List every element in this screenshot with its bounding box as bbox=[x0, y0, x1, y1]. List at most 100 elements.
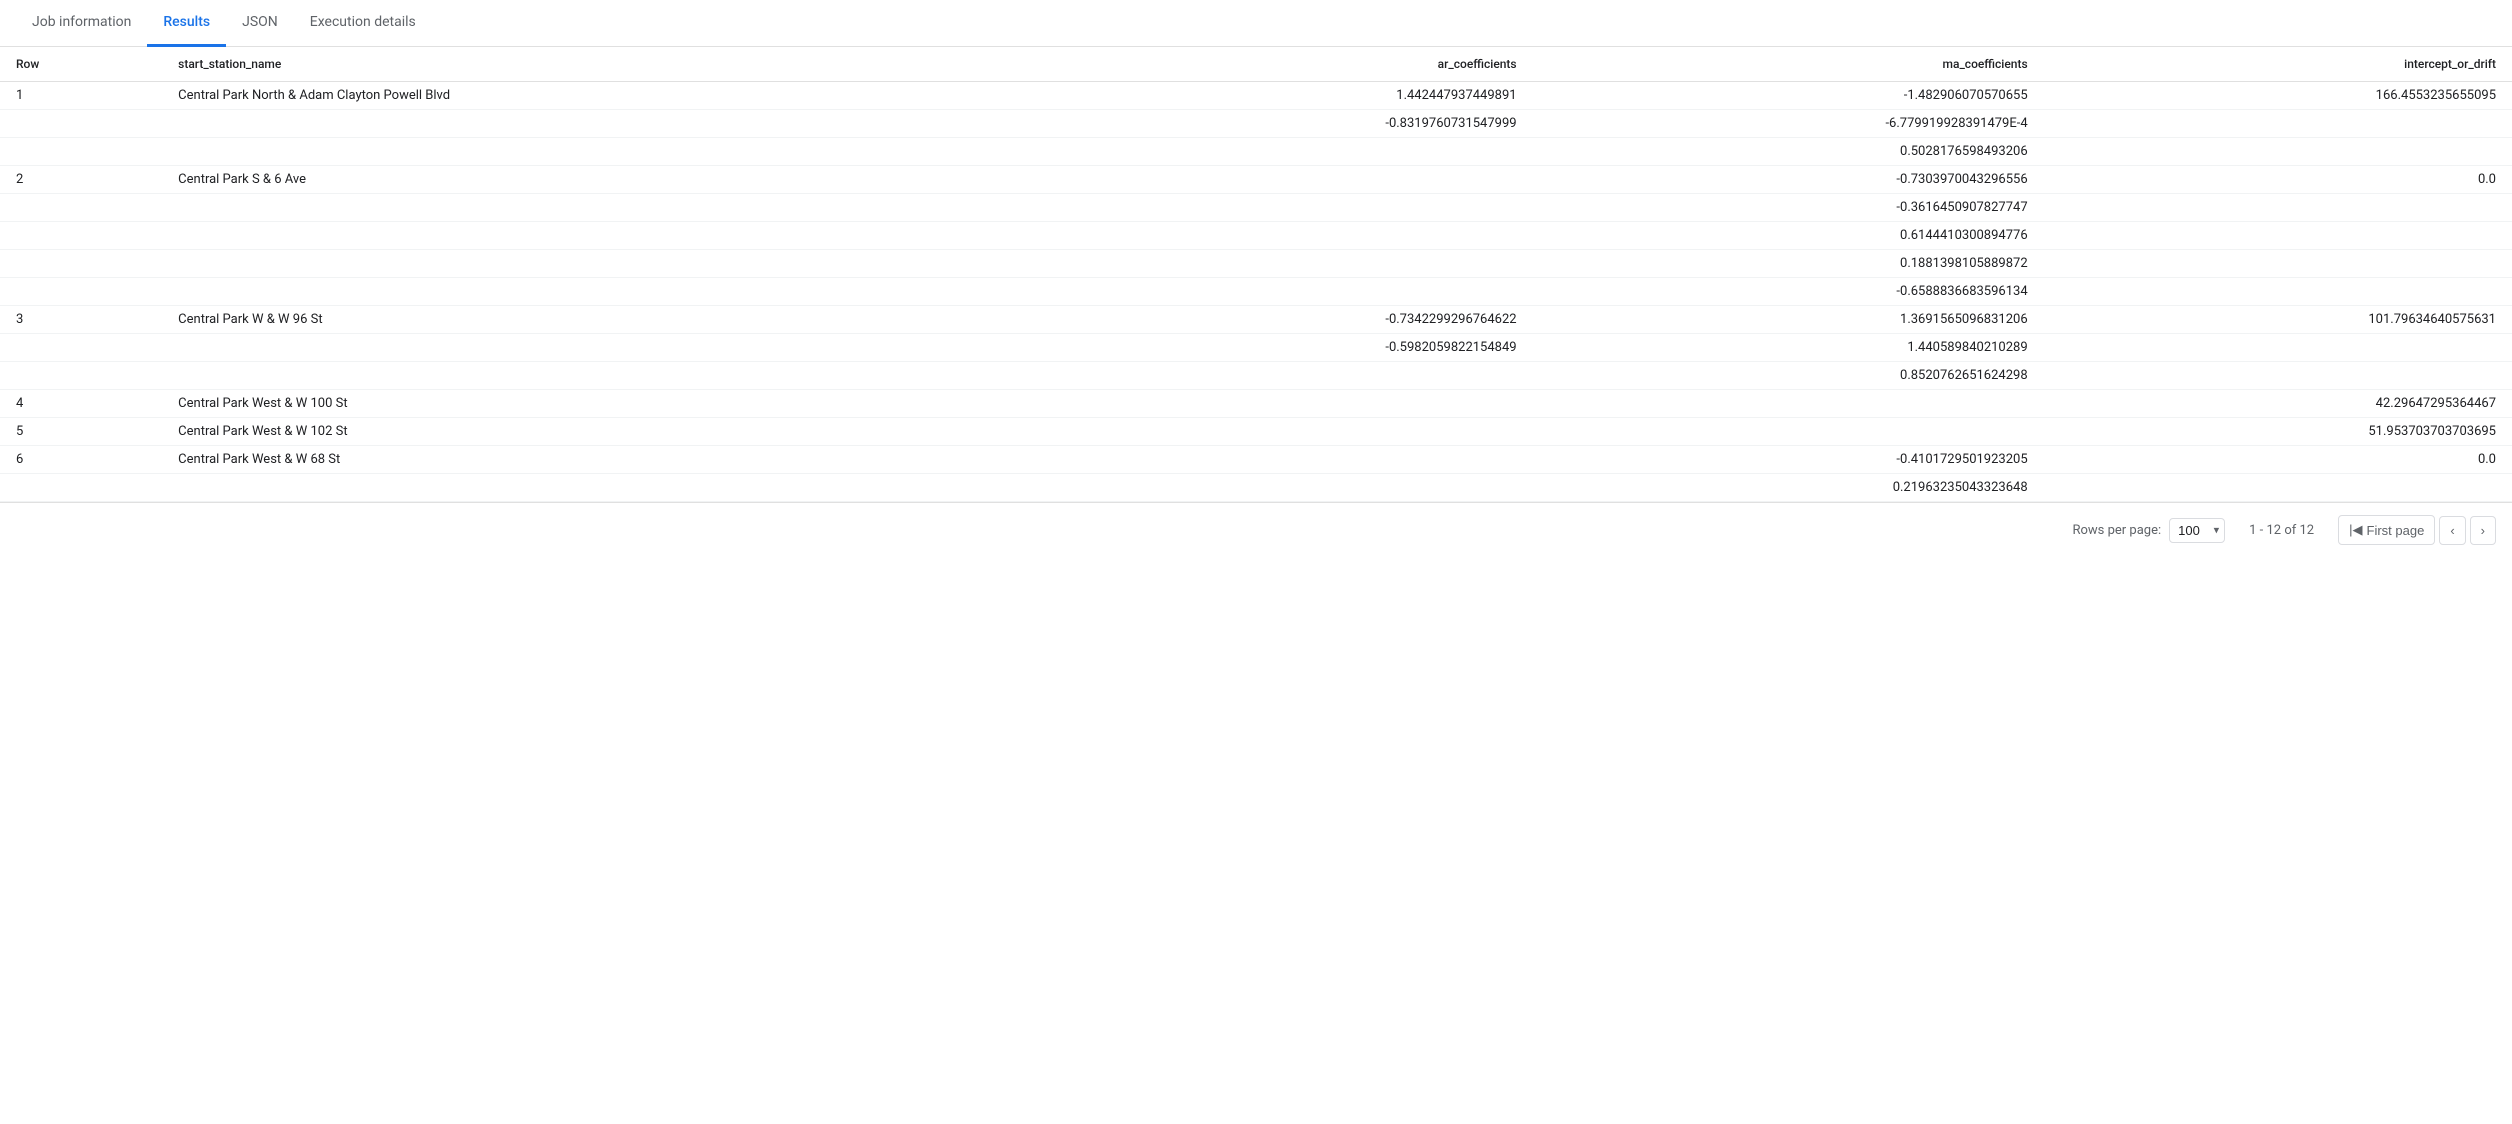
cell-intercept bbox=[2044, 110, 2512, 138]
cell-station-name bbox=[162, 362, 1054, 390]
cell-station-name bbox=[162, 474, 1054, 502]
cell-row-number bbox=[0, 110, 162, 138]
tab-bar: Job information Results JSON Execution d… bbox=[0, 0, 2512, 47]
cell-intercept bbox=[2044, 194, 2512, 222]
results-table-container: Row start_station_name ar_coefficients m… bbox=[0, 47, 2512, 502]
cell-row-number bbox=[0, 278, 162, 306]
table-row: 6Central Park West & W 68 St-0.410172950… bbox=[0, 446, 2512, 474]
cell-row-number: 3 bbox=[0, 306, 162, 334]
table-row: -0.6588836683596134 bbox=[0, 278, 2512, 306]
cell-intercept bbox=[2044, 222, 2512, 250]
cell-row-number: 4 bbox=[0, 390, 162, 418]
col-header-row: Row bbox=[0, 47, 162, 82]
cell-ar-coefficient bbox=[1054, 222, 1533, 250]
cell-row-number bbox=[0, 194, 162, 222]
cell-ar-coefficient bbox=[1054, 446, 1533, 474]
cell-row-number bbox=[0, 474, 162, 502]
cell-ma-coefficient: 0.6144410300894776 bbox=[1533, 222, 2044, 250]
rows-per-page-control: Rows per page: 100 10 25 50 bbox=[2072, 518, 2225, 543]
cell-station-name: Central Park North & Adam Clayton Powell… bbox=[162, 82, 1054, 110]
prev-icon: ‹ bbox=[2450, 523, 2454, 538]
cell-ma-coefficient: 0.8520762651624298 bbox=[1533, 362, 2044, 390]
cell-ma-coefficient: -0.3616450907827747 bbox=[1533, 194, 2044, 222]
cell-station-name: Central Park West & W 68 St bbox=[162, 446, 1054, 474]
table-row: -0.59820598221548491.440589840210289 bbox=[0, 334, 2512, 362]
rows-per-page-label: Rows per page: bbox=[2072, 523, 2161, 538]
cell-intercept bbox=[2044, 474, 2512, 502]
first-page-button[interactable]: |◀ First page bbox=[2338, 515, 2435, 545]
cell-intercept: 42.29647295364467 bbox=[2044, 390, 2512, 418]
table-row: 0.8520762651624298 bbox=[0, 362, 2512, 390]
cell-intercept bbox=[2044, 362, 2512, 390]
cell-ma-coefficient bbox=[1533, 418, 2044, 446]
cell-station-name: Central Park West & W 100 St bbox=[162, 390, 1054, 418]
cell-station-name bbox=[162, 334, 1054, 362]
first-page-icon: |◀ bbox=[2349, 522, 2362, 538]
results-table: Row start_station_name ar_coefficients m… bbox=[0, 47, 2512, 502]
cell-intercept: 166.4553235655095 bbox=[2044, 82, 2512, 110]
cell-ma-coefficient: 1.440589840210289 bbox=[1533, 334, 2044, 362]
tab-execution-details[interactable]: Execution details bbox=[294, 0, 432, 47]
cell-row-number bbox=[0, 362, 162, 390]
cell-intercept: 0.0 bbox=[2044, 166, 2512, 194]
cell-ma-coefficient: -0.6588836683596134 bbox=[1533, 278, 2044, 306]
cell-row-number: 2 bbox=[0, 166, 162, 194]
cell-intercept bbox=[2044, 138, 2512, 166]
cell-ma-coefficient bbox=[1533, 390, 2044, 418]
table-row: 3Central Park W & W 96 St-0.734229929676… bbox=[0, 306, 2512, 334]
cell-station-name bbox=[162, 222, 1054, 250]
cell-ar-coefficient bbox=[1054, 418, 1533, 446]
page-info: 1 - 12 of 12 bbox=[2249, 523, 2314, 538]
table-row: 0.5028176598493206 bbox=[0, 138, 2512, 166]
cell-row-number bbox=[0, 250, 162, 278]
cell-station-name bbox=[162, 138, 1054, 166]
table-row: 0.1881398105889872 bbox=[0, 250, 2512, 278]
cell-row-number: 1 bbox=[0, 82, 162, 110]
cell-ar-coefficient bbox=[1054, 194, 1533, 222]
cell-intercept: 101.79634640575631 bbox=[2044, 306, 2512, 334]
cell-ar-coefficient: -0.8319760731547999 bbox=[1054, 110, 1533, 138]
table-row: -0.3616450907827747 bbox=[0, 194, 2512, 222]
cell-ar-coefficient bbox=[1054, 278, 1533, 306]
table-row: -0.8319760731547999-6.779919928391479E-4 bbox=[0, 110, 2512, 138]
prev-page-button[interactable]: ‹ bbox=[2439, 516, 2465, 545]
cell-intercept: 0.0 bbox=[2044, 446, 2512, 474]
cell-intercept bbox=[2044, 334, 2512, 362]
next-page-button[interactable]: › bbox=[2470, 516, 2496, 545]
cell-station-name bbox=[162, 278, 1054, 306]
table-row: 2Central Park S & 6 Ave -0.73039700432965… bbox=[0, 166, 2512, 194]
table-row: 0.21963235043323648 bbox=[0, 474, 2512, 502]
table-header-row: Row start_station_name ar_coefficients m… bbox=[0, 47, 2512, 82]
cell-ma-coefficient: 0.1881398105889872 bbox=[1533, 250, 2044, 278]
tab-job-information[interactable]: Job information bbox=[16, 0, 147, 47]
cell-row-number bbox=[0, 222, 162, 250]
rows-per-page-select[interactable]: 100 10 25 50 bbox=[2169, 518, 2225, 543]
cell-station-name: Central Park S & 6 Ave bbox=[162, 166, 1054, 194]
cell-intercept bbox=[2044, 278, 2512, 306]
table-row: 5Central Park West & W 102 St51.95370370… bbox=[0, 418, 2512, 446]
cell-row-number bbox=[0, 334, 162, 362]
cell-ar-coefficient bbox=[1054, 250, 1533, 278]
pagination-nav: |◀ First page ‹ › bbox=[2338, 515, 2496, 545]
table-footer: Rows per page: 100 10 25 50 1 - 12 of 12… bbox=[0, 502, 2512, 557]
col-header-start-station-name: start_station_name bbox=[162, 47, 1054, 82]
cell-ar-coefficient bbox=[1054, 138, 1533, 166]
cell-ma-coefficient: -1.482906070570655 bbox=[1533, 82, 2044, 110]
cell-station-name: Central Park West & W 102 St bbox=[162, 418, 1054, 446]
tab-results[interactable]: Results bbox=[147, 0, 226, 47]
table-row: 0.6144410300894776 bbox=[0, 222, 2512, 250]
cell-station-name: Central Park W & W 96 St bbox=[162, 306, 1054, 334]
cell-ar-coefficient bbox=[1054, 362, 1533, 390]
cell-row-number: 6 bbox=[0, 446, 162, 474]
cell-station-name bbox=[162, 110, 1054, 138]
cell-intercept: 51.953703703703695 bbox=[2044, 418, 2512, 446]
col-header-ma-coefficients: ma_coefficients bbox=[1533, 47, 2044, 82]
cell-ma-coefficient: -0.7303970043296556 bbox=[1533, 166, 2044, 194]
tab-json[interactable]: JSON bbox=[226, 0, 294, 47]
cell-ar-coefficient: -0.7342299296764622 bbox=[1054, 306, 1533, 334]
table-row: 1Central Park North & Adam Clayton Powel… bbox=[0, 82, 2512, 110]
first-page-label: First page bbox=[2367, 523, 2425, 538]
cell-station-name bbox=[162, 194, 1054, 222]
cell-ar-coefficient bbox=[1054, 166, 1533, 194]
rows-per-page-select-wrapper: 100 10 25 50 bbox=[2169, 518, 2225, 543]
